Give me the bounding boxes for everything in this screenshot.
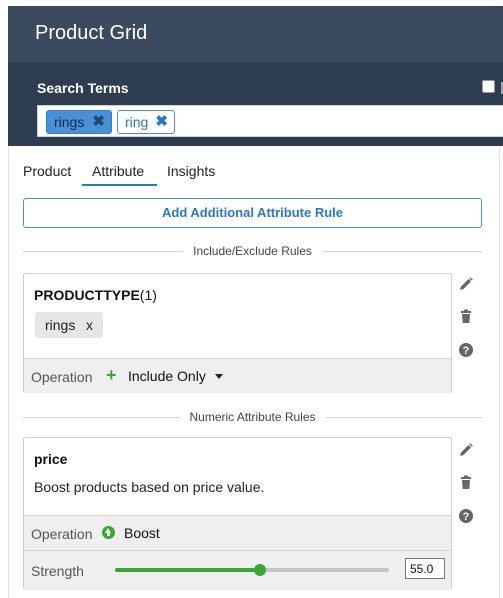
add-attribute-rule-button[interactable]: Add Additional Attribute Rule: [23, 198, 482, 228]
rule-title: PRODUCTTYPE(1): [34, 287, 157, 303]
tab-insights[interactable]: Insights: [167, 163, 215, 179]
operation-label: Operation: [31, 526, 93, 542]
trash-icon[interactable]: [458, 308, 474, 324]
section-heading: Numeric Attribute Rules: [179, 410, 326, 424]
app-header: Product Grid Search Terms rings ✖ ring ✖: [8, 6, 503, 146]
operation-dropdown[interactable]: Include Only: [128, 368, 206, 384]
search-tag-ring[interactable]: ring ✖: [117, 110, 175, 134]
search-terms-input[interactable]: rings ✖ ring ✖: [37, 105, 503, 137]
rule-attribute-name: PRODUCTTYPE: [34, 287, 140, 303]
pencil-icon[interactable]: [458, 276, 474, 292]
svg-text:?: ?: [463, 511, 470, 523]
strength-input[interactable]: [405, 558, 445, 579]
strength-row: Strength: [24, 550, 451, 590]
rule-value-chip: rings x: [35, 312, 103, 338]
numeric-rule-card: price Boost products based on price valu…: [23, 437, 452, 590]
search-terms-label: Search Terms: [37, 80, 129, 96]
strength-label: Strength: [31, 563, 84, 579]
slider-handle[interactable]: [254, 564, 267, 576]
pencil-icon[interactable]: [458, 442, 474, 458]
search-tag-label: rings: [54, 114, 85, 130]
operation-value: Boost: [124, 525, 160, 541]
header-checkbox[interactable]: [482, 80, 495, 93]
section-heading: Include/Exclude Rules: [183, 244, 322, 258]
strength-slider[interactable]: [115, 564, 389, 576]
operation-row: Operation + Include Only: [24, 358, 451, 393]
include-exclude-divider: Include/Exclude Rules: [23, 244, 482, 258]
tab-product[interactable]: Product: [23, 163, 71, 179]
rule-description: Boost products based on price value.: [34, 479, 265, 495]
include-exclude-rule-card: PRODUCTTYPE(1) rings x Operation + Inclu…: [23, 273, 452, 393]
arrow-up-circle-icon: [102, 526, 115, 539]
plus-icon: +: [106, 365, 117, 385]
tab-attribute[interactable]: Attribute: [82, 163, 157, 186]
slider-fill: [115, 568, 261, 572]
operation-row: Operation Boost: [24, 515, 451, 550]
page-title: Product Grid: [35, 22, 148, 44]
rule-count: (1): [139, 287, 157, 303]
svg-text:?: ?: [463, 345, 470, 357]
trash-icon[interactable]: [458, 474, 474, 490]
search-tag-rings[interactable]: rings ✖: [46, 110, 112, 134]
numeric-divider: Numeric Attribute Rules: [23, 410, 482, 424]
remove-chip-icon[interactable]: x: [86, 312, 93, 338]
question-circle-icon[interactable]: ?: [458, 508, 474, 524]
rule-attribute-name: price: [34, 451, 68, 467]
search-tag-label: ring: [125, 114, 149, 130]
rule-title: price: [34, 451, 67, 467]
remove-tag-icon[interactable]: ✖: [92, 111, 105, 133]
question-circle-icon[interactable]: ?: [458, 342, 474, 358]
search-terms-bar: Search Terms rings ✖ ring ✖: [8, 62, 503, 146]
rules-panel: Product Attribute Insights Add Additiona…: [8, 146, 500, 598]
operation-label: Operation: [31, 369, 93, 385]
chip-label: rings: [45, 317, 76, 333]
remove-tag-icon[interactable]: ✖: [155, 111, 168, 133]
caret-down-icon[interactable]: [215, 374, 223, 379]
